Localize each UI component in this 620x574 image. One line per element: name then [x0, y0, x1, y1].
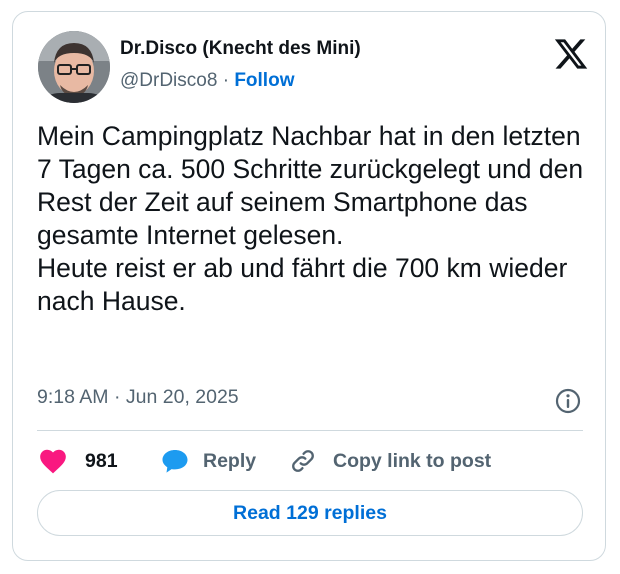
separator-dot: · [222, 70, 230, 91]
reply-button[interactable]: Reply [161, 446, 256, 476]
like-button[interactable]: 981 [39, 446, 118, 476]
copy-link-button[interactable]: Copy link to post [289, 446, 491, 476]
info-icon[interactable] [554, 387, 582, 415]
reply-label: Reply [203, 449, 257, 472]
heart-icon [39, 448, 67, 474]
tweet-card: Dr.Disco (Knecht des Mini) @DrDisco8 · F… [12, 11, 606, 561]
copy-link-label: Copy link to post [333, 449, 492, 472]
author-handle-row: @DrDisco8 · Follow [120, 70, 294, 92]
tweet-time: 9:18 AM [37, 386, 109, 408]
avatar-photo [38, 31, 110, 103]
tweet-timestamp[interactable]: 9:18 AM · Jun 20, 2025 [37, 386, 239, 409]
author-handle[interactable]: @DrDisco8 [120, 70, 217, 91]
divider [37, 430, 583, 431]
x-logo-icon[interactable] [553, 36, 589, 72]
speech-bubble-icon [161, 448, 189, 474]
separator-dot: · [113, 386, 121, 408]
tweet-date: Jun 20, 2025 [125, 386, 239, 408]
follow-button[interactable]: Follow [234, 70, 294, 91]
read-replies-label: Read 129 replies [233, 501, 387, 524]
link-icon [289, 447, 317, 475]
read-replies-button[interactable]: Read 129 replies [37, 490, 583, 536]
avatar[interactable] [38, 31, 110, 103]
tweet-text: Mein Campingplatz Nachbar hat in den let… [37, 121, 584, 316]
author-display-name[interactable]: Dr.Disco (Knecht des Mini) [120, 38, 361, 60]
like-count: 981 [85, 449, 118, 472]
